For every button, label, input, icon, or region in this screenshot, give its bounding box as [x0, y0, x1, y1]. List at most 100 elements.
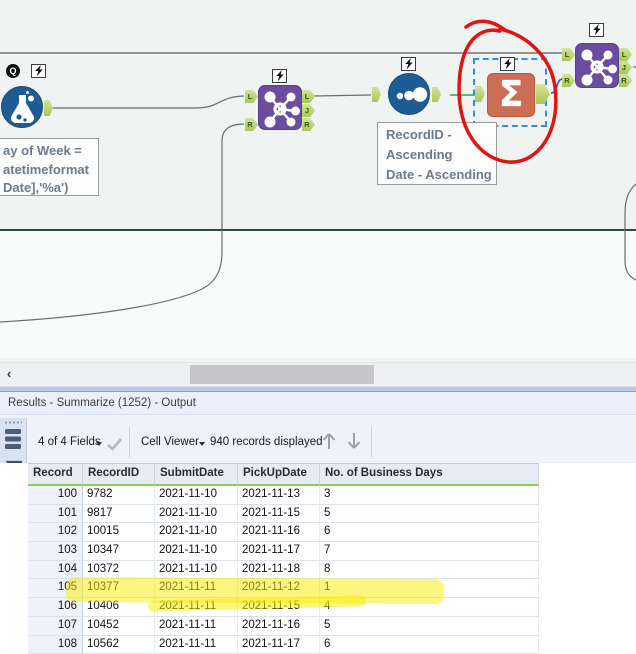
summarize-output-anchor [536, 84, 550, 104]
annotation-line: ay of Week = [3, 142, 98, 161]
records-displayed-label: 940 records displayed [210, 436, 323, 448]
table-row[interactable]: 101 9817 2021-11-10 2021-11-15 5 [28, 505, 539, 524]
layout-stack-icon[interactable] [4, 428, 22, 451]
workflow-canvas[interactable]: Q L R L J R Σ [0, 0, 636, 362]
submitdate-cell[interactable]: 2021-11-11 [155, 617, 238, 636]
record-number-cell[interactable]: 105 [28, 579, 83, 598]
recordid-cell[interactable]: 10377 [83, 579, 155, 598]
business-days-cell[interactable]: 1 [320, 579, 539, 598]
recordid-cell[interactable]: 10347 [83, 542, 155, 561]
column-header-days[interactable]: No. of Business Days [320, 464, 539, 486]
pickupdate-cell[interactable]: 2021-11-16 [238, 523, 320, 542]
join-icon [576, 44, 620, 89]
business-days-cell[interactable]: 5 [320, 617, 539, 636]
submitdate-cell[interactable]: 2021-11-11 [155, 598, 238, 617]
chevron-down-icon[interactable] [96, 442, 102, 446]
recordid-cell[interactable]: 10015 [83, 523, 155, 542]
table-row[interactable]: 102 10015 2021-11-10 2021-11-16 6 [28, 523, 539, 542]
submitdate-cell[interactable]: 2021-11-10 [155, 486, 238, 505]
record-number-cell[interactable]: 106 [28, 598, 83, 617]
join1-input-left-anchor: L [245, 90, 258, 103]
record-number-cell[interactable]: 100 [28, 486, 83, 505]
submitdate-cell[interactable]: 2021-11-10 [155, 523, 238, 542]
business-days-cell[interactable]: 7 [320, 542, 539, 561]
submitdate-cell[interactable]: 2021-11-10 [155, 505, 238, 524]
table-row[interactable]: 104 10372 2021-11-10 2021-11-18 8 [28, 561, 539, 580]
table-row[interactable]: 107 10452 2021-11-11 2021-11-16 5 [28, 617, 539, 636]
business-days-cell[interactable]: 5 [320, 505, 539, 524]
canvas-horizontal-scrollbar[interactable]: ‹ [0, 362, 636, 386]
canvas-long-wire [0, 229, 636, 231]
submitdate-cell[interactable]: 2021-11-11 [155, 636, 238, 654]
column-header-submitdate[interactable]: SubmitDate [155, 464, 238, 486]
flask-icon [2, 87, 44, 129]
join-tool-2[interactable] [575, 43, 619, 88]
sort-annotation[interactable]: RecordID - Ascending Date - Ascending [377, 122, 497, 185]
cell-viewer-dropdown[interactable]: Cell Viewer [141, 436, 199, 448]
join2-input-left-anchor: L [562, 48, 575, 61]
summarize-tool[interactable]: Σ [487, 73, 535, 117]
join1-input-right-anchor: R [245, 118, 258, 131]
join-tool-1[interactable] [258, 85, 302, 130]
recordid-cell[interactable]: 9817 [83, 505, 155, 524]
canvas-lower-region [0, 231, 636, 358]
recordid-cell[interactable]: 10452 [83, 617, 155, 636]
submitdate-cell[interactable]: 2021-11-10 [155, 542, 238, 561]
chevron-down-icon[interactable] [199, 442, 205, 446]
pickupdate-cell[interactable]: 2021-11-17 [238, 542, 320, 561]
pickupdate-cell[interactable]: 2021-11-18 [238, 561, 320, 580]
table-row[interactable]: 106 10406 2021-11-11 2021-11-15 4 [28, 598, 539, 617]
submitdate-cell[interactable]: 2021-11-11 [155, 579, 238, 598]
pickupdate-cell[interactable]: 2021-11-12 [238, 579, 320, 598]
table-row[interactable]: 105 10377 2021-11-11 2021-11-12 1 [28, 579, 539, 598]
join1-output-l-anchor: L [302, 90, 315, 103]
pickupdate-cell[interactable]: 2021-11-16 [238, 617, 320, 636]
arrow-up-icon[interactable] [320, 430, 338, 452]
join2-output-r-anchor: R [619, 74, 632, 87]
record-number-cell[interactable]: 104 [28, 561, 83, 580]
table-row[interactable]: 103 10347 2021-11-10 2021-11-17 7 [28, 542, 539, 561]
business-days-cell[interactable]: 3 [320, 486, 539, 505]
recordid-cell[interactable]: 10406 [83, 598, 155, 617]
business-days-cell[interactable]: 8 [320, 561, 539, 580]
record-number-cell[interactable]: 101 [28, 505, 83, 524]
column-header-record[interactable]: Record [28, 464, 83, 486]
business-days-cell[interactable]: 4 [320, 598, 539, 617]
record-number-cell[interactable]: 107 [28, 617, 83, 636]
pickupdate-cell[interactable]: 2021-11-13 [238, 486, 320, 505]
formula-annotation[interactable]: ay of Week = atetimeformat Date],'%a') [0, 138, 99, 196]
arrow-down-icon[interactable] [345, 430, 363, 452]
pickupdate-cell[interactable]: 2021-11-15 [238, 598, 320, 617]
column-header-pickupdate[interactable]: PickUpDate [238, 464, 320, 486]
record-number-cell[interactable]: 108 [28, 636, 83, 654]
pickupdate-cell[interactable]: 2021-11-15 [238, 505, 320, 524]
recordid-cell[interactable]: 10372 [83, 561, 155, 580]
formula-output-anchor [44, 100, 53, 116]
scrollbar-thumb[interactable] [190, 365, 374, 384]
scroll-left-arrow-icon[interactable]: ‹ [2, 365, 16, 383]
apply-check-icon[interactable] [106, 436, 124, 452]
record-number-cell[interactable]: 102 [28, 523, 83, 542]
column-header-recordid[interactable]: RecordID [83, 464, 155, 486]
business-days-cell[interactable]: 6 [320, 636, 539, 654]
annotation-line: RecordID - [386, 125, 496, 145]
q-badge-icon: Q [6, 64, 20, 78]
submitdate-cell[interactable]: 2021-11-10 [155, 561, 238, 580]
business-days-cell[interactable]: 6 [320, 523, 539, 542]
join1-output-j-anchor: J [302, 104, 315, 117]
pickupdate-cell[interactable]: 2021-11-17 [238, 636, 320, 654]
recordid-cell[interactable]: 9782 [83, 486, 155, 505]
join-icon [259, 86, 303, 131]
results-toolbar: 4 of 4 Fields Cell Viewer 940 records di… [0, 415, 636, 463]
recordid-cell[interactable]: 10562 [83, 636, 155, 654]
fields-dropdown[interactable]: 4 of 4 Fields [38, 436, 101, 448]
table-row[interactable]: 108 10562 2021-11-11 2021-11-17 6 [28, 636, 539, 654]
record-number-cell[interactable]: 103 [28, 542, 83, 561]
join2-output-j-anchor: J [619, 61, 632, 74]
grip-dots-icon[interactable] [4, 421, 22, 424]
sort-output-anchor [432, 87, 441, 102]
sort-tool[interactable] [388, 73, 430, 115]
formula-tool[interactable] [1, 86, 43, 128]
join1-output-r-anchor: R [302, 118, 315, 131]
table-row[interactable]: 100 9782 2021-11-10 2021-11-13 3 [28, 486, 539, 505]
